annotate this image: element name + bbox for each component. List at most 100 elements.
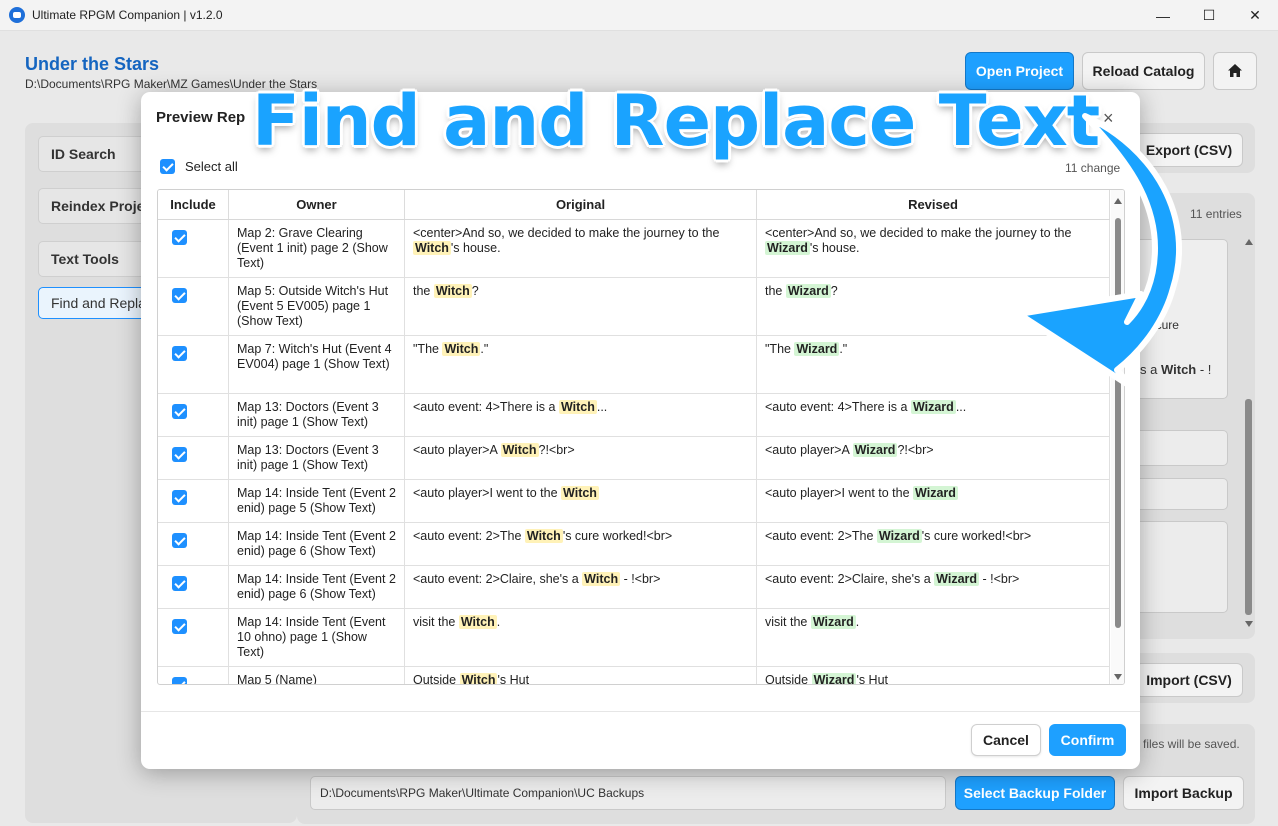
revised-text: "The	[765, 342, 795, 356]
dialog-title: Preview Rep	[156, 109, 246, 126]
owner-cell: Map 14: Inside Tent (Event 2 enid) page …	[229, 523, 405, 565]
row-include-checkbox[interactable]	[172, 447, 187, 462]
table-row: Map 14: Inside Tent (Event 2 enid) page …	[158, 480, 1110, 523]
original-text: ?	[471, 284, 479, 298]
scroll-down-icon[interactable]	[1114, 674, 1122, 680]
original-text: <auto player>I went to the	[413, 486, 562, 500]
scroll-up-icon[interactable]	[1245, 239, 1253, 245]
scroll-thumb[interactable]	[1245, 399, 1252, 615]
revised-text: 's house.	[809, 241, 860, 255]
footer-divider	[141, 711, 1140, 712]
revised-text: 's Hut	[856, 673, 888, 685]
original-match-highlight: Witch	[413, 241, 451, 255]
original-match-highlight: Witch	[524, 529, 563, 543]
revised-text: Outside	[765, 673, 812, 685]
original-text: .	[496, 615, 501, 629]
owner-cell: Map 14: Inside Tent (Event 2 enid) page …	[229, 566, 405, 608]
select-all-checkbox[interactable]: Select all	[160, 159, 238, 174]
row-include-checkbox[interactable]	[172, 619, 187, 634]
scroll-down-icon[interactable]	[1245, 621, 1253, 627]
revised-text: ?!<br>	[897, 443, 934, 457]
minimize-button[interactable]: —	[1140, 0, 1186, 31]
original-text: <auto event: 2>The	[413, 529, 525, 543]
table-row: Map 5: Outside Witch's Hut (Event 5 EV00…	[158, 278, 1110, 336]
revised-text: ...	[955, 400, 967, 414]
import-backup-button[interactable]: Import Backup	[1123, 776, 1244, 810]
original-cell: <auto player>A Witch ?!<br>	[405, 437, 757, 479]
curved-arrow-icon	[1016, 113, 1183, 391]
include-cell	[158, 437, 229, 479]
header-owner: Owner	[229, 190, 405, 219]
table-body: Map 2: Grave Clearing (Event 1 init) pag…	[158, 220, 1110, 685]
select-backup-folder-button[interactable]: Select Backup Folder	[955, 776, 1115, 810]
row-include-checkbox[interactable]	[172, 288, 187, 303]
row-include-checkbox[interactable]	[172, 490, 187, 505]
revised-match-highlight: Wizard	[934, 572, 980, 586]
revised-cell: <auto event: 2>The Wizard's cure worked!…	[757, 523, 1110, 565]
row-include-checkbox[interactable]	[172, 677, 187, 684]
original-cell: <auto event: 2>The Witch's cure worked!<…	[405, 523, 757, 565]
revised-cell: <auto player>I went to the Wizard	[757, 480, 1110, 522]
home-button[interactable]	[1213, 52, 1257, 90]
row-include-checkbox[interactable]	[172, 576, 187, 591]
revised-cell: Outside Wizard's Hut	[757, 667, 1110, 685]
backup-note: files will be saved.	[1143, 737, 1240, 751]
row-include-checkbox[interactable]	[172, 404, 187, 419]
original-cell: Outside Witch's Hut	[405, 667, 757, 685]
app-logo-icon	[9, 7, 25, 23]
preview-replace-dialog: Preview Rep × Select all 11 change Inclu…	[141, 92, 1140, 769]
revised-cell: <auto player>A Wizard ?!<br>	[757, 437, 1110, 479]
include-cell	[158, 667, 229, 684]
revised-match-highlight: Wizard	[913, 486, 958, 500]
include-cell	[158, 609, 229, 666]
backup-path-field[interactable]: D:\Documents\RPG Maker\Ultimate Companio…	[310, 776, 946, 810]
home-icon	[1228, 64, 1242, 77]
table-row: Map 5 (Name) Outside Witch's Hut Outside W…	[158, 667, 1110, 685]
reload-catalog-button[interactable]: Reload Catalog	[1082, 52, 1205, 90]
maximize-button[interactable]: ☐	[1186, 0, 1232, 31]
table-row: Map 2: Grave Clearing (Event 1 init) pag…	[158, 220, 1110, 278]
include-cell	[158, 336, 229, 393]
results-scrollbar[interactable]	[1243, 239, 1255, 629]
table-header: Include Owner Original Revised	[158, 190, 1110, 220]
import-csv-button[interactable]: Import (CSV)	[1135, 663, 1243, 697]
checkbox-checked-icon[interactable]	[160, 159, 175, 174]
revised-cell: visit the Wizard.	[757, 609, 1110, 666]
cancel-button[interactable]: Cancel	[971, 724, 1041, 756]
original-text: 's cure worked!<br>	[562, 529, 673, 543]
confirm-button[interactable]: Confirm	[1049, 724, 1126, 756]
original-text: 's Hut	[497, 673, 530, 685]
project-title: Under the Stars	[25, 54, 160, 74]
include-cell	[158, 480, 229, 522]
original-text: ...	[596, 400, 608, 414]
close-window-button[interactable]: ✕	[1232, 0, 1278, 31]
original-match-highlight: Witch	[458, 615, 497, 629]
header-original: Original	[405, 190, 757, 219]
revised-match-highlight: Wizard	[765, 241, 810, 255]
original-text: <center>And so, we decided to make the j…	[413, 226, 720, 240]
title-bar: Ultimate RPGM Companion | v1.2.0 — ☐ ✕	[0, 0, 1278, 31]
include-cell	[158, 566, 229, 608]
owner-cell: Map 13: Doctors (Event 3 init) page 1 (S…	[229, 394, 405, 436]
window-controls: — ☐ ✕	[1140, 0, 1278, 31]
revised-cell: <auto event: 4>There is a Wizard...	[757, 394, 1110, 436]
preview-table: Include Owner Original Revised Map 2: Gr…	[157, 189, 1125, 685]
original-text: visit the	[413, 615, 459, 629]
revised-cell: <auto event: 2>Claire, she's a Wizard - …	[757, 566, 1110, 608]
row-include-checkbox[interactable]	[172, 346, 187, 361]
row-include-checkbox[interactable]	[172, 230, 187, 245]
row-include-checkbox[interactable]	[172, 533, 187, 548]
revised-text: - !<br>	[979, 572, 1020, 586]
revised-text: .	[855, 615, 860, 629]
original-text: ."	[480, 342, 489, 356]
include-cell	[158, 394, 229, 436]
owner-cell: Map 5 (Name)	[229, 667, 405, 684]
window-title: Ultimate RPGM Companion | v1.2.0	[32, 8, 223, 22]
result-row-placeholder	[1127, 478, 1228, 510]
revised-match-highlight: Wizard	[785, 284, 831, 298]
table-row: Map 13: Doctors (Event 3 init) page 1 (S…	[158, 437, 1110, 480]
revised-match-highlight: Wizard	[810, 615, 856, 629]
original-match-highlight: Witch	[433, 284, 472, 298]
select-all-label: Select all	[185, 159, 238, 174]
table-row: Map 14: Inside Tent (Event 2 enid) page …	[158, 523, 1110, 566]
